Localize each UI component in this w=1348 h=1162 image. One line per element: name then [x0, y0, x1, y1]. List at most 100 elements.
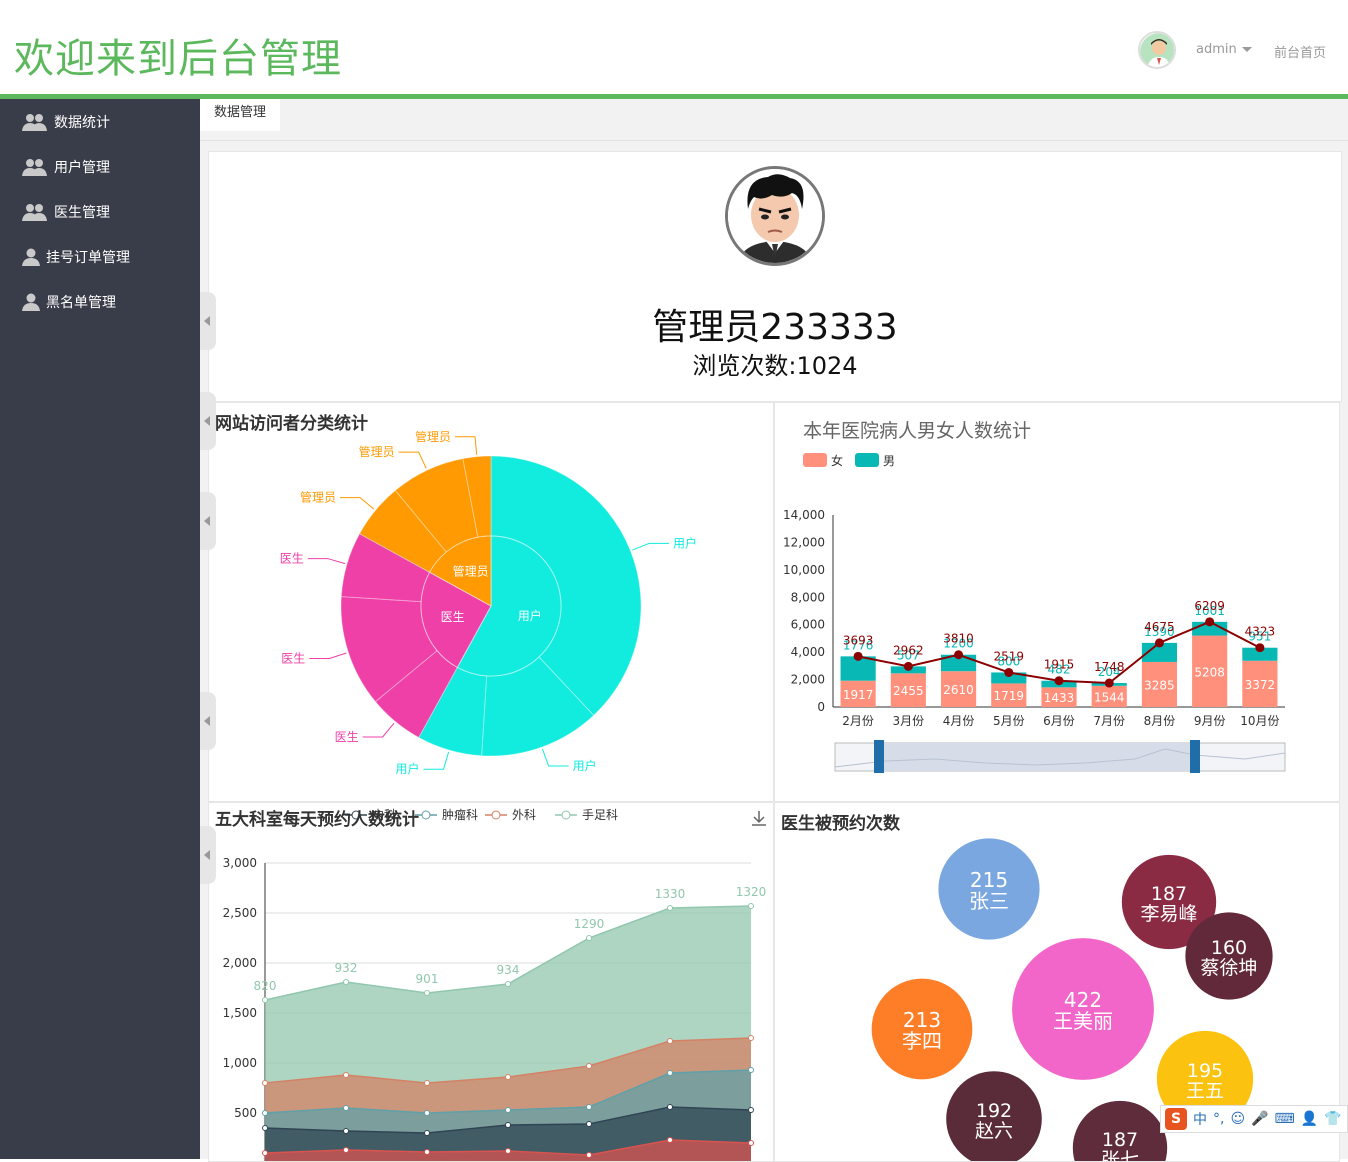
view-count: 浏览次数:1024: [692, 352, 858, 380]
total-point: [1104, 678, 1114, 688]
area-top-label: 1290: [574, 917, 605, 931]
pie-label-line: [455, 436, 478, 455]
profile-panel: 管理员233333 浏览次数:1024: [208, 151, 1342, 402]
area-point: [667, 1137, 673, 1143]
area-point: [586, 1121, 592, 1127]
collapse-handle[interactable]: [200, 692, 216, 750]
tab-data-management[interactable]: 数据管理: [200, 99, 281, 131]
bar-label-female: 1917: [843, 688, 874, 702]
sidebar-item-stats[interactable]: 数据统计: [0, 99, 200, 144]
area-point: [343, 1072, 349, 1078]
emoji-icon[interactable]: ☺: [1230, 1111, 1245, 1127]
visitor-chart-panel: 网站访问者分类统计 用户 用户 用户 医生 医生 医生 管理员 管理员 管理员 用户 医生 管理员: [208, 402, 774, 802]
pie-label-inner: 医生: [441, 610, 465, 624]
y-tick-label: 0: [817, 700, 825, 714]
legend-label: 女: [831, 453, 843, 468]
download-icon: [752, 811, 766, 826]
area-point: [262, 1150, 268, 1156]
pie-label-outer: 管理员: [359, 444, 395, 459]
area-point: [586, 935, 592, 941]
pie-label-inner: 管理员: [453, 564, 489, 579]
bar-label-female: 1433: [1044, 691, 1075, 705]
sidebar-item-orders[interactable]: 挂号订单管理: [0, 234, 200, 279]
total-point: [954, 650, 964, 660]
y-tick-label: 1,000: [223, 1056, 257, 1070]
x-tick-label: 10月份: [1240, 714, 1279, 728]
legend-swatch: [803, 453, 827, 467]
y-tick-label: 6,000: [791, 618, 825, 632]
collapse-handle[interactable]: [200, 826, 216, 884]
ime-toolbar[interactable]: S 中 °, ☺ 🎤 ⌨ 👤 👕: [1160, 1105, 1348, 1133]
user-menu[interactable]: admin: [1196, 42, 1252, 57]
pie-label-outer: 用户: [396, 761, 420, 776]
area-point: [343, 1147, 349, 1153]
y-tick-label: 14,000: [783, 508, 825, 522]
area-top-label: 1320: [736, 885, 767, 899]
total-label: 4323: [1245, 625, 1276, 639]
bubble-name: 赵六: [975, 1120, 1013, 1142]
y-tick-label: 2,500: [223, 906, 257, 920]
user-icon[interactable]: 👤: [1301, 1111, 1318, 1127]
area-point: [586, 1104, 592, 1110]
area-point: [505, 1122, 511, 1128]
collapse-handle[interactable]: [200, 492, 216, 550]
sidebar-item-doctors[interactable]: 医生管理: [0, 189, 200, 234]
sidebar-item-label: 挂号订单管理: [46, 249, 130, 266]
pie-label-outer: 医生: [335, 730, 359, 744]
home-link[interactable]: 前台首页: [1274, 42, 1326, 61]
pie-label-line: [340, 497, 375, 510]
top-bar: 欢迎来到后台管理 admin 前台首页: [0, 0, 1348, 94]
user-avatar[interactable]: [1138, 31, 1176, 69]
area-point: [586, 1063, 592, 1069]
x-tick-label: 8月份: [1144, 714, 1176, 728]
bubble-name: 李四: [902, 1029, 942, 1053]
user-icon: [22, 248, 40, 266]
shirt-icon[interactable]: 👕: [1324, 1111, 1341, 1127]
mic-icon[interactable]: 🎤: [1251, 1111, 1268, 1127]
bubble-value: 160: [1211, 937, 1247, 959]
datazoom-handle-left: [874, 740, 884, 773]
x-tick-label: 6月份: [1043, 714, 1075, 728]
keyboard-icon[interactable]: ⌨: [1275, 1111, 1295, 1127]
y-tick-label: 3,000: [223, 856, 257, 870]
users-icon: [22, 203, 47, 221]
ime-lang[interactable]: 中: [1193, 1109, 1207, 1129]
total-label: 3693: [843, 633, 874, 647]
pie-label-outer: 用户: [673, 535, 697, 550]
bar-label-female: 1544: [1094, 690, 1125, 704]
total-label: 2962: [893, 643, 924, 657]
area-point: [667, 1038, 673, 1044]
legend-swatch: [855, 453, 879, 467]
x-tick-label: 9月份: [1194, 714, 1226, 728]
datazoom-window: [879, 743, 1195, 771]
total-point: [1205, 617, 1215, 627]
area-point: [505, 1148, 511, 1154]
pie-label-outer: 管理员: [300, 490, 336, 505]
sogou-logo-icon: S: [1165, 1108, 1187, 1130]
bubble-name: 张三: [969, 889, 1009, 913]
legend-label: 外科: [512, 808, 536, 822]
area-point: [667, 1104, 673, 1110]
legend-label: 肿瘤科: [442, 807, 478, 822]
total-label: 4675: [1144, 620, 1175, 634]
y-tick-label: 4,000: [791, 645, 825, 659]
sidebar-item-blacklist[interactable]: 黑名单管理: [0, 279, 200, 324]
total-label: 6209: [1194, 599, 1225, 613]
collapse-handle[interactable]: [200, 392, 216, 450]
bubble-value: 187: [1102, 1129, 1138, 1151]
area-point: [667, 905, 673, 911]
legend-marker: [561, 810, 571, 820]
area-top-label: 901: [416, 972, 439, 986]
bar-label-female: 1719: [994, 689, 1025, 703]
pie-label-line: [542, 748, 569, 767]
total-label: 1748: [1094, 660, 1125, 674]
x-tick-label: 5月份: [993, 714, 1025, 728]
y-tick-label: 2,000: [223, 956, 257, 970]
sidebar-item-label: 黑名单管理: [46, 294, 116, 311]
dept-chart-panel: 3,000 2,500 2,000 1,500 1,000 500 820 932 901 934…: [208, 802, 774, 1162]
total-point: [903, 661, 913, 671]
y-tick-label: 8,000: [791, 590, 825, 604]
sidebar-item-users[interactable]: 用户管理: [0, 144, 200, 189]
ime-punct[interactable]: °,: [1213, 1111, 1224, 1127]
collapse-handle[interactable]: [200, 292, 216, 350]
